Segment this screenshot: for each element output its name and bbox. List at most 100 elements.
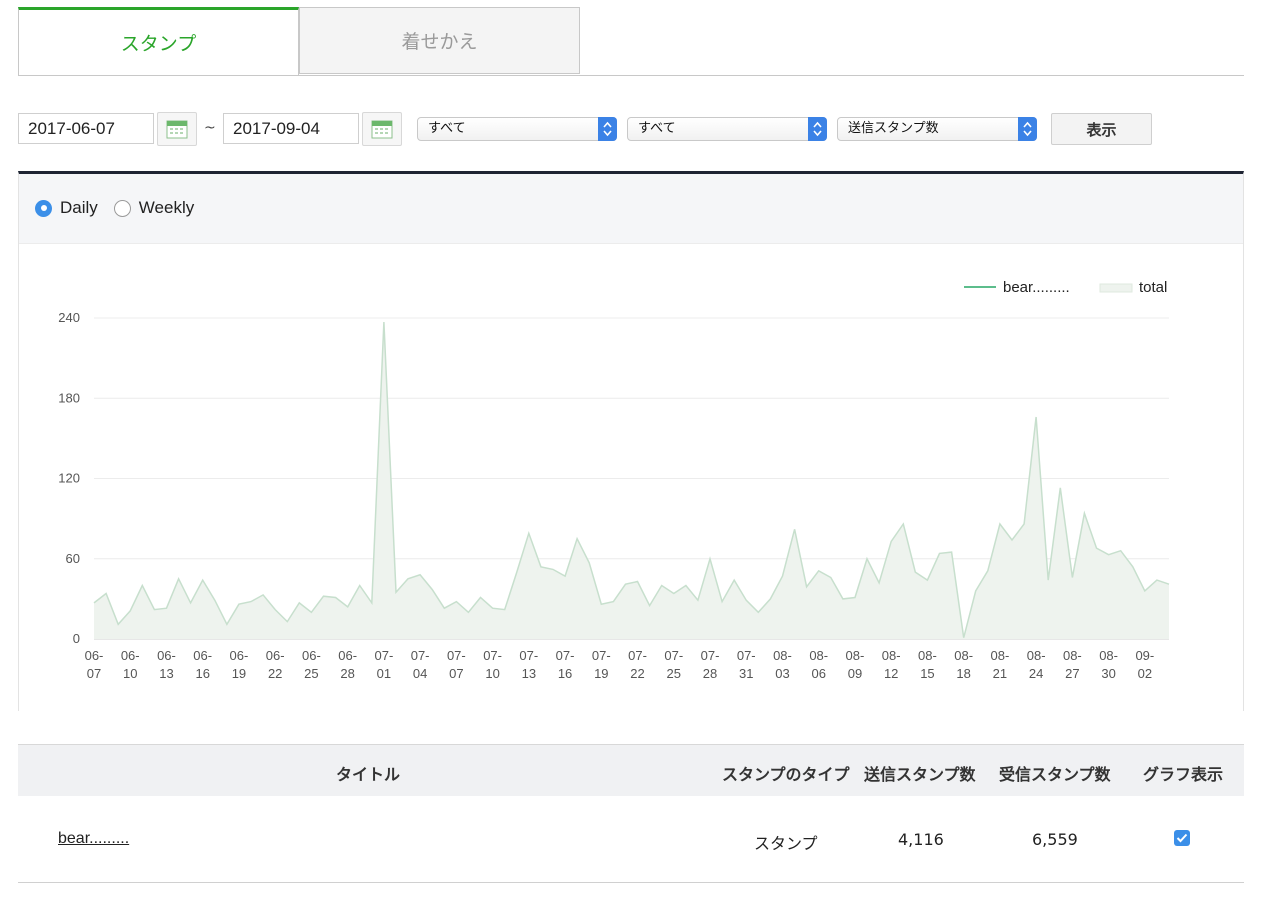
x-tick-label: 07- — [737, 648, 756, 663]
x-tick-label: 19 — [594, 666, 608, 681]
stamp-table: タイトル スタンプのタイプ 送信スタンプ数 受信スタンプ数 グラフ表示 bear… — [18, 744, 1244, 883]
x-tick-label: 24 — [1029, 666, 1043, 681]
stamp-title-link[interactable]: bear......... — [58, 830, 129, 848]
total-area — [94, 322, 1169, 639]
x-tick-label: 06- — [338, 648, 357, 663]
tab-stamp[interactable]: スタンプ — [18, 7, 299, 75]
x-tick-label: 08- — [954, 648, 973, 663]
received-count: 6,559 — [1032, 830, 1078, 849]
x-tick-label: 09 — [848, 666, 862, 681]
x-tick-label: 07 — [449, 666, 463, 681]
x-tick-label: 28 — [340, 666, 354, 681]
x-tick-label: 07- — [628, 648, 647, 663]
x-tick-label: 15 — [920, 666, 934, 681]
updown-chevron-icon — [1018, 117, 1037, 141]
end-date-input[interactable]: 2017-09-04 — [223, 113, 359, 144]
y-tick-label: 120 — [58, 471, 80, 486]
updown-chevron-icon — [598, 117, 617, 141]
x-tick-label: 07 — [87, 666, 101, 681]
tab-bar: スタンプ 着せかえ — [18, 7, 1244, 76]
updown-chevron-icon — [808, 117, 827, 141]
x-tick-label: 08- — [918, 648, 937, 663]
metric-select-value: 送信スタンプ数 — [848, 121, 939, 136]
period-radio-group: Daily Weekly — [35, 198, 210, 218]
x-tick-label: 08- — [846, 648, 865, 663]
y-tick-label: 60 — [66, 551, 80, 566]
x-tick-label: 06- — [121, 648, 140, 663]
x-tick-label: 21 — [993, 666, 1007, 681]
calendar-icon[interactable] — [362, 112, 402, 146]
x-tick-label: 08- — [1027, 648, 1046, 663]
calendar-icon[interactable] — [157, 112, 197, 146]
line-chart: 0 60 120 180 240 06- 07 06- 10 06- 13 06- 16 06- 19 06-… — [58, 279, 1170, 681]
x-tick-label: 09- — [1135, 648, 1154, 663]
chart-area: 0 60 120 180 240 06- 07 06- 10 06- 13 06- 16 06- 19 06-… — [19, 243, 1243, 712]
header-sent: 送信スタンプ数 — [864, 765, 976, 784]
legend-area-swatch — [1099, 283, 1133, 293]
tab-theme[interactable]: 着せかえ — [299, 7, 580, 74]
x-tick-label: 19 — [232, 666, 246, 681]
x-tick-label: 07- — [592, 648, 611, 663]
filter-bar: 2017-06-07 ~ 2017-09-04 すべて すべて 送信スタンプ数 … — [18, 112, 1244, 146]
header-title: タイトル — [336, 765, 401, 784]
legend-total: total — [1139, 279, 1167, 296]
x-tick-label: 06- — [266, 648, 285, 663]
x-tick-label: 08- — [1099, 648, 1118, 663]
check-icon — [1176, 833, 1188, 843]
header-received: 受信スタンプ数 — [999, 765, 1111, 784]
x-tick-label: 03 — [775, 666, 789, 681]
start-date-input[interactable]: 2017-06-07 — [18, 113, 154, 144]
x-tick-label: 06- — [85, 648, 104, 663]
header-type: スタンプのタイプ — [722, 765, 850, 784]
category-select[interactable]: すべて — [417, 117, 617, 141]
date-range-separator: ~ — [204, 120, 216, 136]
x-tick-label: 18 — [956, 666, 970, 681]
x-tick-label: 06- — [302, 648, 321, 663]
x-tick-label: 22 — [268, 666, 282, 681]
x-tick-label: 07- — [411, 648, 430, 663]
weekly-radio[interactable] — [113, 199, 131, 217]
x-tick-label: 06- — [157, 648, 176, 663]
x-tick-label: 08- — [991, 648, 1010, 663]
x-tick-label: 16 — [195, 666, 209, 681]
x-tick-label: 10 — [123, 666, 137, 681]
y-tick-label: 0 — [73, 631, 80, 646]
legend-bear: bear......... — [1003, 279, 1070, 296]
show-button[interactable]: 表示 — [1051, 113, 1152, 145]
x-tick-label: 13 — [159, 666, 173, 681]
x-tick-label: 08- — [809, 648, 828, 663]
sent-count: 4,116 — [898, 830, 944, 849]
y-tick-label: 240 — [58, 310, 80, 325]
stamp-type: スタンプ — [754, 834, 818, 853]
header-graph: グラフ表示 — [1143, 765, 1224, 784]
x-tick-label: 28 — [703, 666, 717, 681]
item-select[interactable]: すべて — [627, 117, 827, 141]
x-tick-label: 08- — [773, 648, 792, 663]
x-tick-label: 07- — [483, 648, 502, 663]
x-tick-label: 31 — [739, 666, 753, 681]
x-tick-label: 08- — [882, 648, 901, 663]
x-tick-label: 16 — [558, 666, 572, 681]
x-tick-label: 25 — [667, 666, 681, 681]
metric-select[interactable]: 送信スタンプ数 — [837, 117, 1037, 141]
graph-checkbox[interactable] — [1174, 830, 1190, 846]
y-tick-label: 180 — [58, 390, 80, 405]
x-tick-label: 30 — [1101, 666, 1115, 681]
x-tick-label: 10 — [485, 666, 499, 681]
category-select-value: すべて — [428, 121, 466, 136]
x-tick-label: 08- — [1063, 648, 1082, 663]
weekly-label[interactable]: Weekly — [139, 198, 194, 218]
table-header: タイトル スタンプのタイプ 送信スタンプ数 受信スタンプ数 グラフ表示 — [18, 744, 1244, 796]
x-tick-label: 01 — [377, 666, 391, 681]
daily-radio[interactable] — [35, 199, 52, 217]
x-tick-label: 12 — [884, 666, 898, 681]
x-tick-label: 07- — [664, 648, 683, 663]
x-tick-label: 02 — [1138, 666, 1152, 681]
x-tick-label: 06- — [230, 648, 249, 663]
daily-label[interactable]: Daily — [60, 198, 98, 218]
x-tick-label: 27 — [1065, 666, 1079, 681]
x-tick-label: 07- — [447, 648, 466, 663]
x-tick-label: 07- — [701, 648, 720, 663]
table-row: bear......... スタンプ 4,116 6,559 — [18, 796, 1244, 883]
x-tick-label: 22 — [630, 666, 644, 681]
